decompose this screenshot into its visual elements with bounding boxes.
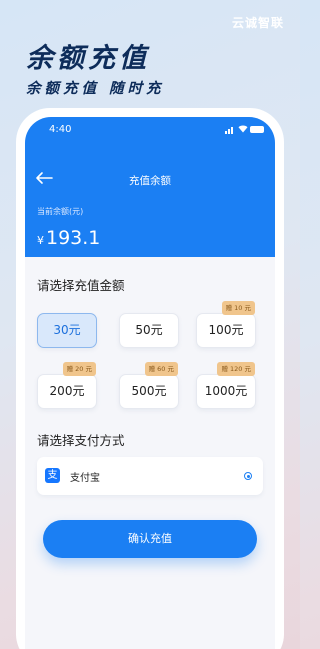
battery-icon	[250, 126, 264, 133]
gift-badge: 赠 10 元	[221, 301, 255, 315]
phone-frame: 4:40 充值余额 当前余额(元) ¥193.1 请选择充值金额 30元 50元…	[16, 108, 284, 649]
confirm-recharge-button[interactable]: 确认充值	[43, 520, 257, 558]
hero-subtitle: 余额充值 随时充	[26, 81, 165, 97]
amount-option-100[interactable]: 100元 赠 10 元	[196, 301, 256, 348]
alipay-icon: 支	[45, 468, 60, 483]
amount-option-label: 1000元	[204, 384, 248, 398]
wifi-icon	[238, 125, 248, 133]
app-screen: 4:40 充值余额 当前余额(元) ¥193.1 请选择充值金额 30元 50元…	[25, 117, 275, 649]
status-time: 4:40	[49, 124, 72, 135]
gift-badge: 赠 120 元	[217, 362, 255, 376]
gift-badge: 赠 60 元	[144, 362, 178, 376]
amount-option-label: 500元	[131, 384, 167, 398]
amount-option-50[interactable]: 50元	[119, 313, 179, 348]
amount-option-30[interactable]: 30元	[37, 313, 97, 348]
status-icons	[225, 125, 264, 134]
amount-option-label: 50元	[135, 323, 163, 337]
payment-section-title: 请选择支付方式	[37, 433, 125, 448]
brand-label: 云诚智联	[231, 16, 284, 30]
amount-option-label: 200元	[49, 384, 85, 398]
balance-value: 193.1	[46, 227, 101, 249]
amount-option-200[interactable]: 200元 赠 20 元	[37, 362, 97, 409]
amount-option-label: 30元	[53, 323, 81, 337]
gift-badge: 赠 20 元	[62, 362, 96, 376]
payment-option-alipay[interactable]: 支 支付宝	[37, 457, 263, 495]
signal-icon	[225, 126, 235, 134]
status-bar: 4:40	[25, 117, 275, 141]
balance-label: 当前余额(元)	[37, 207, 84, 216]
amount-section-title: 请选择充值金额	[37, 278, 125, 293]
page-title: 充值余额	[129, 175, 171, 187]
amount-option-1000[interactable]: 1000元 赠 120 元	[196, 362, 256, 409]
nav-bar: 充值余额	[25, 167, 275, 191]
hero-title: 余额充值	[26, 43, 150, 74]
amount-option-500[interactable]: 500元 赠 60 元	[119, 362, 179, 409]
payment-method-label: 支付宝	[70, 473, 100, 484]
currency-symbol: ¥	[37, 234, 44, 247]
amount-option-label: 100元	[208, 323, 244, 337]
balance-amount: ¥193.1	[37, 227, 100, 249]
radio-selected-icon[interactable]	[244, 472, 252, 480]
